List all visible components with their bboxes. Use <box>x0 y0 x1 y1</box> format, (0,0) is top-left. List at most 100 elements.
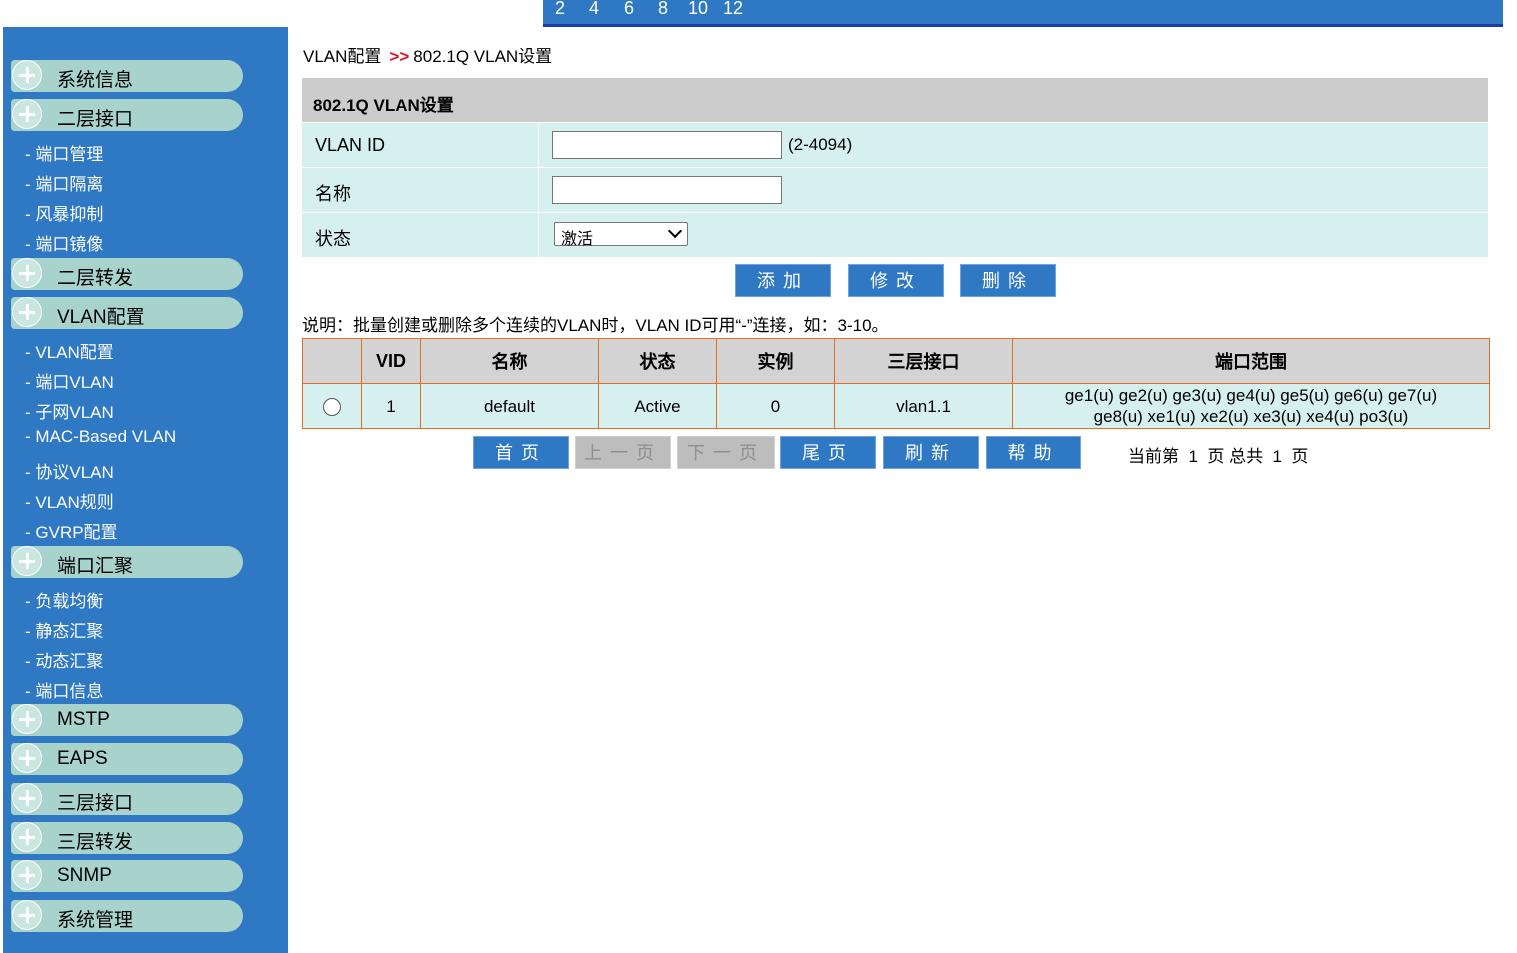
refresh-button[interactable]: 刷新 <box>883 436 979 469</box>
port-range-line: ge8(u) xe1(u) xe2(u) xe3(u) xe4(u) po3(u… <box>1093 407 1409 426</box>
sidebar-item-subnet-vlan[interactable]: - 子网VLAN <box>25 398 114 423</box>
sidebar-item-port-management[interactable]: - 端口管理 <box>25 140 103 165</box>
expand-plus-icon[interactable] <box>12 783 42 813</box>
top-number[interactable]: 12 <box>723 0 743 19</box>
sidebar-group-layer2-interface[interactable]: 二层接口 <box>11 99 243 131</box>
form-title: 802.1Q VLAN设置 <box>313 96 454 115</box>
top-number[interactable]: 10 <box>688 0 708 19</box>
expand-plus-icon[interactable] <box>12 99 42 129</box>
column-header-port-range: 端口范围 <box>1012 338 1490 384</box>
sidebar-group-mstp[interactable]: MSTP <box>11 704 243 736</box>
sidebar-group-eaps[interactable]: EAPS <box>11 743 243 775</box>
first-page-button[interactable]: 首页 <box>473 436 569 469</box>
form-row-status: 状态 激活 <box>302 213 1488 258</box>
column-header-l3-interface: 三层接口 <box>834 338 1013 384</box>
sidebar: 系统信息 二层接口 - 端口管理 - 端口隔离 - 风暴抑制 - 端口镜像 二层… <box>3 27 288 953</box>
name-label: 名称 <box>315 184 351 204</box>
sidebar-group-label: 三层转发 <box>57 832 134 853</box>
sidebar-item-port-isolation[interactable]: - 端口隔离 <box>25 170 103 195</box>
breadcrumb: VLAN配置 >> 802.1Q VLAN设置 <box>303 42 552 67</box>
expand-plus-icon[interactable] <box>12 546 42 576</box>
expand-plus-icon[interactable] <box>12 822 42 852</box>
sidebar-group-port-aggregation[interactable]: 端口汇聚 <box>11 546 243 578</box>
sidebar-group-snmp[interactable]: SNMP <box>11 860 243 892</box>
sidebar-item-port-vlan[interactable]: - 端口VLAN <box>25 368 114 393</box>
row-radio-button[interactable] <box>323 398 341 417</box>
l3-interface-cell: vlan1.1 <box>834 383 1013 429</box>
page-info: 当前第 1 页 总共 1 页 <box>1128 447 1309 466</box>
column-header-status: 状态 <box>598 338 717 384</box>
status-label: 状态 <box>315 229 351 249</box>
sidebar-item-dynamic-agg[interactable]: - 动态汇聚 <box>25 647 103 672</box>
sidebar-item-static-agg[interactable]: - 静态汇聚 <box>25 617 103 642</box>
expand-plus-icon[interactable] <box>12 704 42 734</box>
chevron-down-icon <box>667 223 683 239</box>
top-bar: 2 4 6 8 10 12 <box>543 0 1503 27</box>
port-range-cell: ge1(u) ge2(u) ge3(u) ge4(u) ge5(u) ge6(u… <box>1012 383 1490 429</box>
status-select-value: 激活 <box>561 231 594 248</box>
sidebar-group-vlan[interactable]: VLAN配置 <box>11 297 243 329</box>
sidebar-item-mac-based-vlan[interactable]: - MAC-Based VLAN <box>25 427 176 447</box>
sidebar-group-layer3-interface[interactable]: 三层接口 <box>11 783 243 815</box>
vlan-table: VID 名称 状态 实例 三层接口 端口范围 1 default Active … <box>302 338 1490 429</box>
sidebar-group-system-management[interactable]: 系统管理 <box>11 900 243 932</box>
row-divider <box>538 168 539 212</box>
expand-plus-icon[interactable] <box>12 743 42 773</box>
sidebar-item-vlan-rules[interactable]: - VLAN规则 <box>25 488 114 513</box>
top-number[interactable]: 2 <box>555 0 565 19</box>
form-header: 802.1Q VLAN设置 <box>302 78 1488 122</box>
vlan-id-label: VLAN ID <box>315 135 386 155</box>
port-range-line: ge1(u) ge2(u) ge3(u) ge4(u) ge5(u) ge6(u… <box>1064 386 1438 405</box>
table-row[interactable]: 1 default Active 0 vlan1.1 ge1(u) ge2(u)… <box>302 383 1490 429</box>
expand-plus-icon[interactable] <box>12 900 42 930</box>
sidebar-group-system-info[interactable]: 系统信息 <box>11 60 243 92</box>
name-cell: default <box>420 383 599 429</box>
row-divider <box>538 213 539 257</box>
sidebar-group-label: 二层接口 <box>57 109 134 130</box>
sidebar-item-port-info[interactable]: - 端口信息 <box>25 677 103 702</box>
sidebar-group-label: 端口汇聚 <box>57 556 134 577</box>
sidebar-group-layer3-forwarding[interactable]: 三层转发 <box>11 822 243 854</box>
sidebar-group-label: SNMP <box>57 865 112 886</box>
sidebar-group-label: 系统管理 <box>57 910 134 931</box>
sidebar-group-label: EAPS <box>57 748 108 769</box>
expand-plus-icon[interactable] <box>12 297 42 327</box>
breadcrumb-separator: >> <box>389 47 410 66</box>
expand-plus-icon[interactable] <box>12 258 42 288</box>
sidebar-item-protocol-vlan[interactable]: - 协议VLAN <box>25 458 114 483</box>
sidebar-group-layer2-forwarding[interactable]: 二层转发 <box>11 258 243 290</box>
prev-page-button[interactable]: 上一页 <box>575 436 671 469</box>
add-button[interactable]: 添加 <box>735 264 831 297</box>
next-page-button[interactable]: 下一页 <box>677 436 775 469</box>
expand-plus-icon[interactable] <box>12 60 42 90</box>
top-number[interactable]: 4 <box>589 0 599 19</box>
sidebar-item-storm-control[interactable]: - 风暴抑制 <box>25 200 103 225</box>
column-header-select <box>302 338 362 384</box>
instance-cell: 0 <box>716 383 835 429</box>
top-number[interactable]: 8 <box>658 0 668 19</box>
sidebar-group-label: MSTP <box>57 709 110 730</box>
column-header-vid: VID <box>361 338 421 384</box>
usage-note: 说明：批量创建或删除多个连续的VLAN时，VLAN ID可用“-”连接，如：3-… <box>302 316 889 335</box>
top-number[interactable]: 6 <box>624 0 634 19</box>
row-divider <box>538 123 539 167</box>
last-page-button[interactable]: 尾页 <box>780 436 876 469</box>
breadcrumb-current: 802.1Q VLAN设置 <box>413 47 553 66</box>
vlan-id-range-hint: (2-4094) <box>788 135 853 154</box>
sidebar-item-gvrp[interactable]: - GVRP配置 <box>25 518 118 543</box>
sidebar-item-port-mirror[interactable]: - 端口镜像 <box>25 230 103 255</box>
modify-button[interactable]: 修改 <box>848 264 944 297</box>
sidebar-group-label: 三层接口 <box>57 793 134 814</box>
name-input[interactable] <box>552 176 782 204</box>
breadcrumb-parent[interactable]: VLAN配置 <box>303 47 381 66</box>
sidebar-item-vlan-config[interactable]: - VLAN配置 <box>25 338 114 363</box>
delete-button[interactable]: 删除 <box>960 264 1056 297</box>
status-select[interactable]: 激活 <box>554 222 688 248</box>
sidebar-item-load-balance[interactable]: - 负载均衡 <box>25 587 103 612</box>
column-header-instance: 实例 <box>716 338 835 384</box>
sidebar-group-label: 二层转发 <box>57 268 134 289</box>
table-header-row: VID 名称 状态 实例 三层接口 端口范围 <box>302 338 1490 384</box>
expand-plus-icon[interactable] <box>12 860 42 890</box>
vlan-id-input[interactable] <box>552 131 782 159</box>
help-button[interactable]: 帮助 <box>986 436 1081 469</box>
